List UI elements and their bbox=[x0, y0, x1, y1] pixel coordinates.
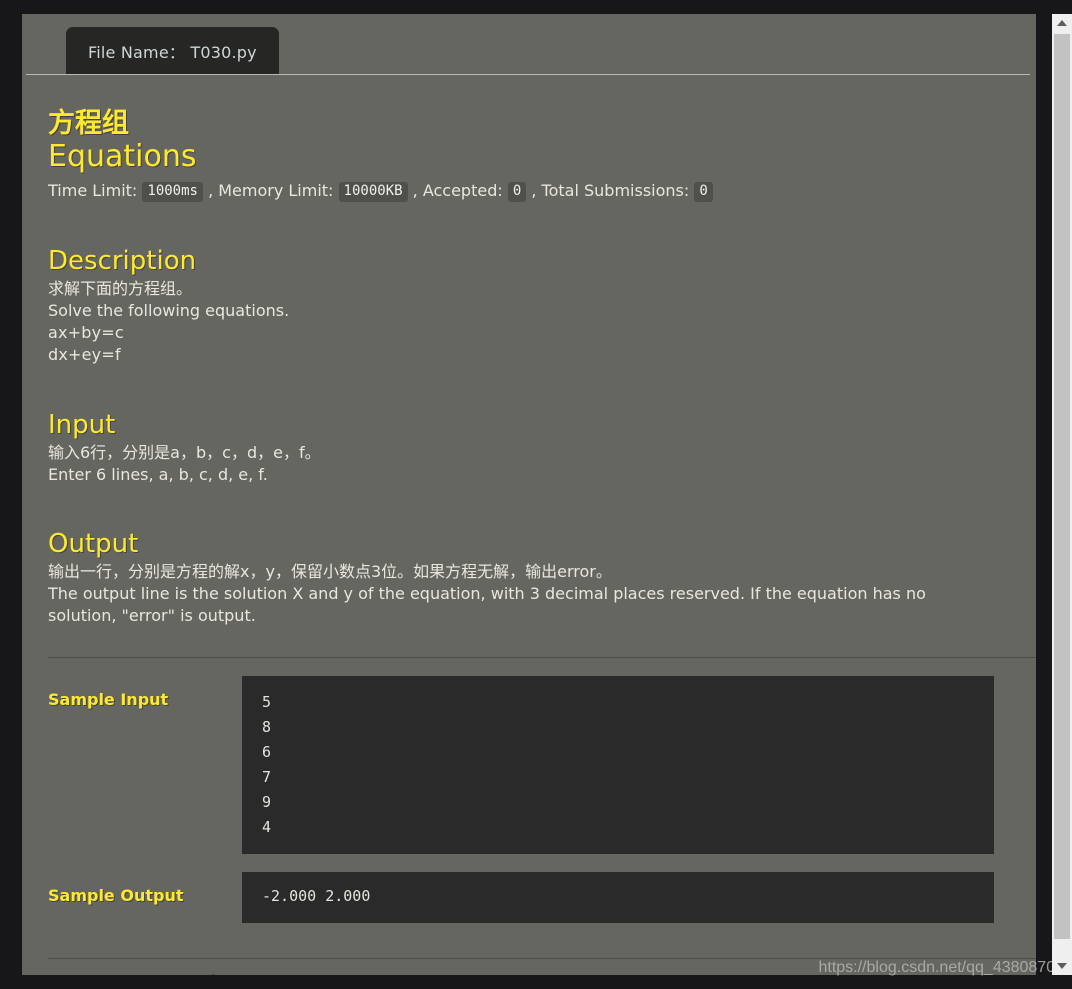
problem-page: File Name： T030.py 方程组 Equations Time Li… bbox=[22, 14, 1036, 975]
chevron-down-icon bbox=[1057, 963, 1067, 969]
sample-input-line: 9 bbox=[262, 793, 272, 812]
memory-limit-value: 10000KB bbox=[338, 182, 408, 202]
sample-output-row: Sample Output -2.000 2.000 bbox=[48, 872, 1010, 924]
problem-title-zh: 方程组 bbox=[48, 108, 129, 139]
tab-file-name-label: File Name： T030.py bbox=[88, 42, 257, 62]
submissions-value: 0 bbox=[694, 182, 713, 202]
description-equation-1: ax+by=c bbox=[48, 322, 124, 342]
sample-input-line: 7 bbox=[262, 768, 272, 787]
sample-input-row: Sample Input 5 8 6 7 9 4 bbox=[48, 676, 1010, 855]
description-heading: Description bbox=[48, 245, 197, 276]
copyright-text: © 2002-2012 JDBSoft. bbox=[48, 972, 1010, 975]
sample-input-label: Sample Input bbox=[48, 690, 169, 710]
sample-input-box: 5 8 6 7 9 4 bbox=[242, 676, 994, 855]
submissions-label: , Total Submissions: bbox=[531, 181, 690, 201]
footer-divider bbox=[48, 958, 1036, 960]
sample-input-line: 5 bbox=[262, 693, 272, 712]
scrollbar-track[interactable] bbox=[1052, 32, 1072, 957]
input-line-en: Enter 6 lines, a, b, c, d, e, f. bbox=[48, 464, 268, 484]
sample-input-line: 6 bbox=[262, 743, 272, 762]
scrollbar-thumb[interactable] bbox=[1054, 34, 1070, 939]
problem-title-en: Equations bbox=[48, 138, 197, 174]
samples-divider bbox=[48, 657, 1036, 659]
output-heading: Output bbox=[48, 529, 139, 560]
input-heading: Input bbox=[48, 409, 116, 440]
sample-input-line: 4 bbox=[262, 818, 272, 837]
input-line-zh: 输入6行，分别是a，b，c，d，e，f。 bbox=[48, 442, 321, 462]
vertical-scrollbar[interactable] bbox=[1052, 14, 1072, 975]
time-limit-value: 1000ms bbox=[142, 182, 203, 202]
accepted-label: , Accepted: bbox=[412, 181, 503, 201]
description-line-en: Solve the following equations. bbox=[48, 300, 290, 320]
browser-window: File Name： T030.py 方程组 Equations Time Li… bbox=[0, 0, 1072, 989]
chevron-up-icon bbox=[1057, 20, 1067, 26]
tab-file-name[interactable]: File Name： T030.py bbox=[66, 27, 279, 74]
problem-content: 方程组 Equations Time Limit: 1000ms , Memor… bbox=[22, 109, 1036, 975]
output-line-zh: 输出一行，分别是方程的解x，y，保留小数点3位。如果方程无解，输出error。 bbox=[48, 562, 612, 582]
problem-stats: Time Limit: 1000ms , Memory Limit: 10000… bbox=[48, 181, 1010, 202]
sample-output-line: -2.000 2.000 bbox=[262, 887, 371, 906]
sample-output-box: -2.000 2.000 bbox=[242, 872, 994, 924]
sample-input-line: 8 bbox=[262, 718, 272, 737]
tab-strip: File Name： T030.py bbox=[24, 14, 1036, 75]
sample-output-label: Sample Output bbox=[48, 886, 184, 906]
description-line-zh: 求解下面的方程组。 bbox=[48, 278, 193, 298]
output-line-en: The output line is the solution X and y … bbox=[48, 584, 926, 626]
time-limit-label: Time Limit: bbox=[48, 181, 138, 201]
scrollbar-up-button[interactable] bbox=[1052, 14, 1072, 32]
tab-strip-divider bbox=[26, 74, 1030, 75]
scrollbar-down-button[interactable] bbox=[1052, 957, 1072, 975]
memory-limit-label: , Memory Limit: bbox=[208, 181, 334, 201]
accepted-value: 0 bbox=[507, 182, 527, 202]
description-equation-2: dx+ey=f bbox=[48, 344, 121, 364]
